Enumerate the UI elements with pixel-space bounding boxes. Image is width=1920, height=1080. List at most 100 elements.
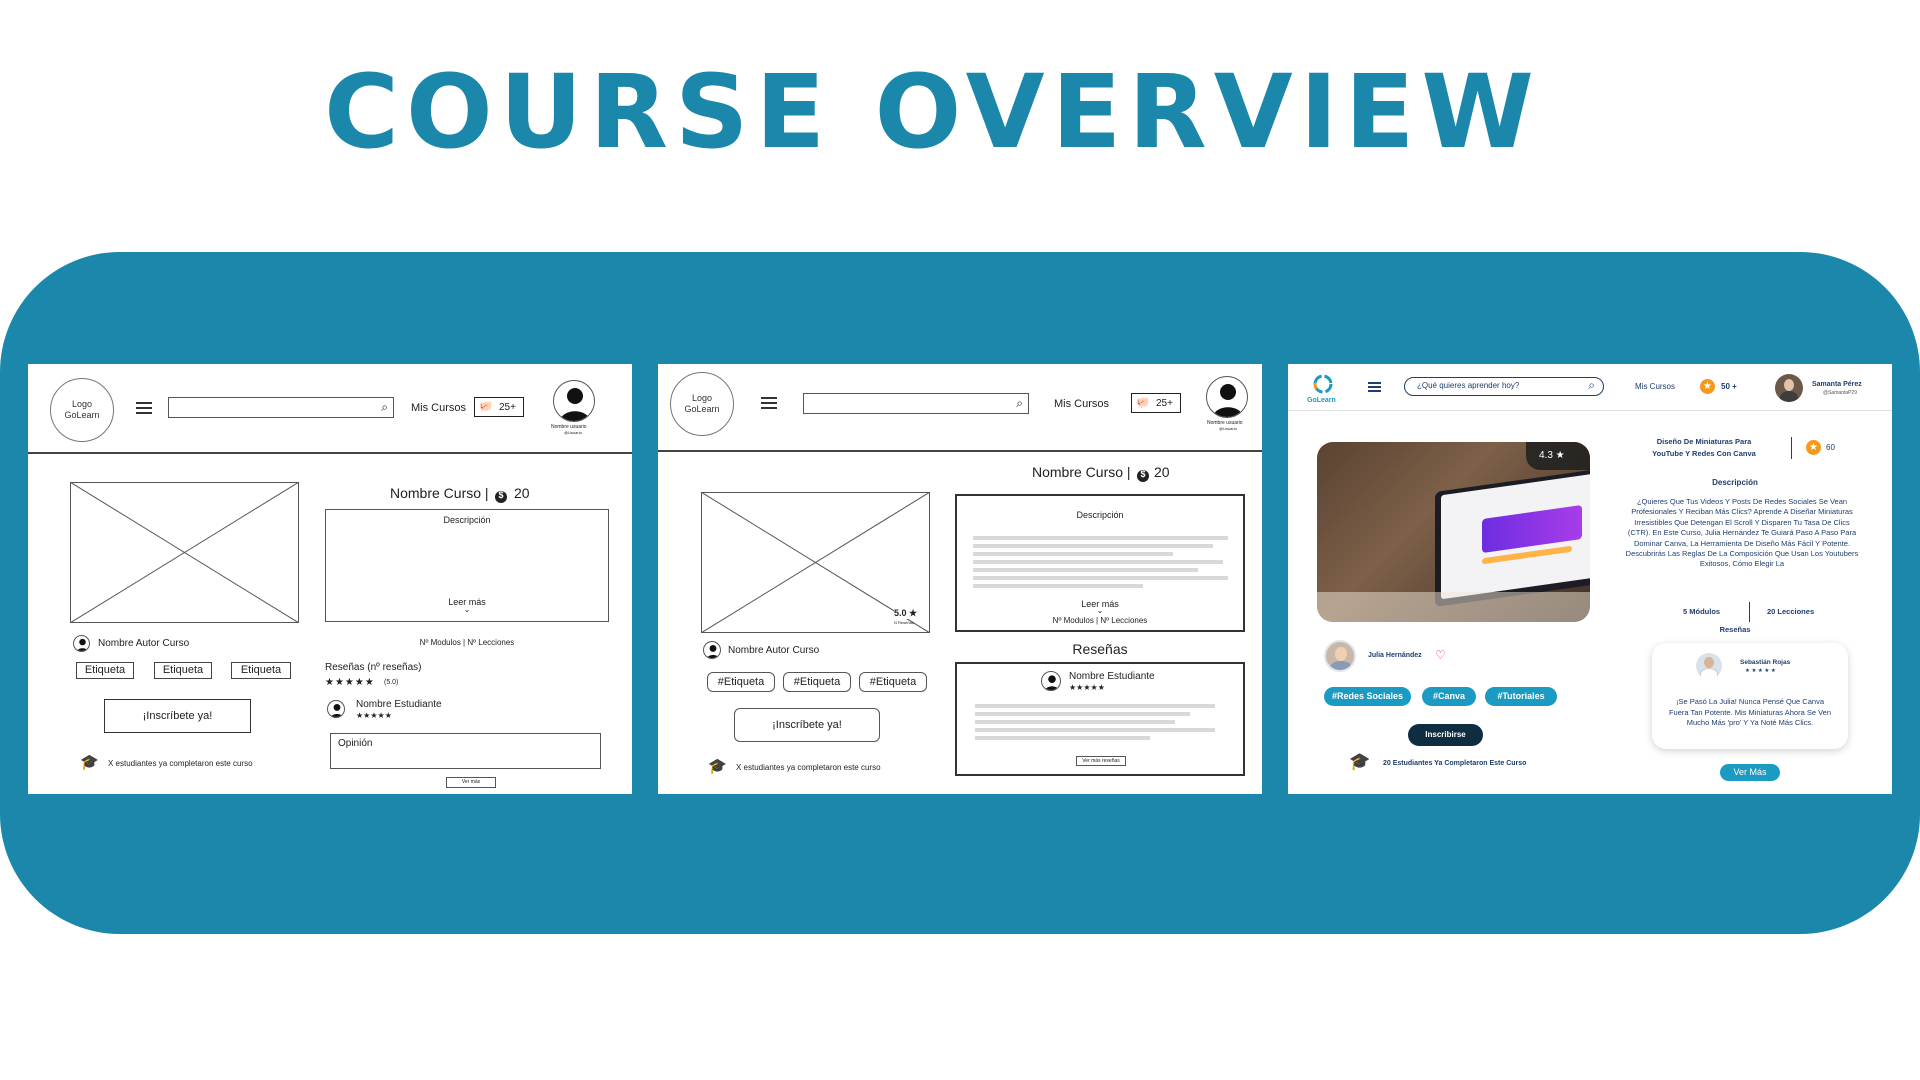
golearn-logo-icon[interactable] xyxy=(1312,373,1334,395)
heart-icon[interactable]: ♡ xyxy=(1435,648,1446,662)
course-price: 20 xyxy=(514,485,530,501)
author-name[interactable]: Nombre Autor Curso xyxy=(98,638,189,649)
menu-icon[interactable] xyxy=(1368,382,1381,392)
author-name[interactable]: Nombre Autor Curso xyxy=(728,645,819,656)
image-rating: 4.3 ★ xyxy=(1539,450,1565,461)
author-avatar xyxy=(703,641,721,659)
coin-icon xyxy=(1137,469,1149,482)
student-name: Nombre Estudiante xyxy=(356,699,442,710)
description-label: Descripción xyxy=(1076,510,1124,520)
description-text: ¿Quieres Que Tus Videos Y Posts De Redes… xyxy=(1625,497,1859,569)
completed-text: X estudiantes ya completaron este curso xyxy=(108,759,253,768)
user-silhouette-icon xyxy=(560,388,590,421)
user-avatar[interactable] xyxy=(1775,374,1803,402)
completed-text: X estudiantes ya completaron este curso xyxy=(736,763,881,772)
search-icon[interactable]: ⌕ xyxy=(381,400,388,415)
title-divider xyxy=(1791,437,1792,459)
piggy-bank-icon: 🐖 xyxy=(1136,397,1150,409)
search-icon[interactable]: ⌕ xyxy=(1016,396,1023,411)
reviewer-stars: ★ ★ ★ ★ ★ xyxy=(1745,668,1776,674)
logo[interactable]: Logo GoLearn xyxy=(50,378,114,442)
tag-1[interactable]: #Etiqueta xyxy=(707,672,775,692)
tag-2[interactable]: #Etiqueta xyxy=(783,672,851,692)
course-title-line-1: Diseño De Miniaturas Para xyxy=(1656,437,1752,446)
text-line xyxy=(975,712,1190,716)
tag-3[interactable]: #Etiqueta xyxy=(859,672,927,692)
reviews-heading: Reseñas (nº reseñas) xyxy=(325,662,422,673)
coin-icon xyxy=(495,490,507,503)
description-label: Descripción xyxy=(1712,478,1758,487)
student-stars: ★★★★★ xyxy=(1069,683,1105,692)
enroll-button[interactable]: ¡Inscríbete ya! xyxy=(734,708,880,742)
see-reviews-button[interactable]: Ver más reseñas xyxy=(1076,756,1126,766)
course-name: Nombre Curso | xyxy=(1032,464,1131,480)
chevron-down-icon[interactable]: ⌄ xyxy=(957,606,1243,615)
tag-canva[interactable]: #Canva xyxy=(1422,687,1476,706)
star-coin-icon: ★ xyxy=(1700,379,1715,394)
user-avatar[interactable] xyxy=(1206,376,1248,418)
author-name[interactable]: Julia Hernández xyxy=(1368,652,1422,659)
tag-2[interactable]: Etiqueta xyxy=(154,662,212,679)
piggy-bank-icon: 🐖 xyxy=(479,401,493,413)
author-avatar xyxy=(73,635,90,652)
author-avatar xyxy=(1324,640,1356,672)
search-input[interactable]: ⌕ xyxy=(803,393,1029,414)
high-fidelity-design: GoLearn ¿Qué quieres aprender hoy? ⌕ Mis… xyxy=(1288,364,1892,794)
image-rating: 5.0 ★ xyxy=(894,608,918,619)
wireframe-low-fidelity: Logo GoLearn ⌕ Mis Cursos 🐖 25+ Nombre u… xyxy=(28,364,632,794)
chevron-down-icon[interactable]: ⌄ xyxy=(326,605,608,614)
course-price: 60 xyxy=(1826,443,1835,452)
menu-icon[interactable] xyxy=(136,402,152,414)
user-handle: @Usuario xyxy=(564,430,582,435)
user-avatar[interactable] xyxy=(553,380,595,422)
text-line xyxy=(973,568,1198,572)
course-image xyxy=(1317,442,1590,622)
text-line xyxy=(975,720,1175,724)
see-more-button[interactable]: Ver Más xyxy=(1720,764,1780,781)
search-input[interactable]: ⌕ xyxy=(168,397,394,418)
logo[interactable]: Logo GoLearn xyxy=(670,372,734,436)
graduation-cap-icon: 🎓 xyxy=(708,758,727,775)
search-icon[interactable]: ⌕ xyxy=(1588,378,1595,393)
tag-redes-sociales[interactable]: #Redes Sociales xyxy=(1324,687,1411,706)
review-text: ¡Se Pasó La Julia! Nunca Pensé Que Canva… xyxy=(1668,697,1832,727)
user-name: Samanta Pérez xyxy=(1812,381,1862,388)
text-line xyxy=(975,736,1150,740)
student-name: Nombre Estudiante xyxy=(1069,671,1155,682)
student-avatar xyxy=(1041,671,1061,691)
review-card: Sebastián Rojas ★ ★ ★ ★ ★ ¡Se Pasó La Ju… xyxy=(1652,643,1848,749)
logo-text: GoLearn xyxy=(1307,397,1336,404)
credits-count: 50 + xyxy=(1721,382,1737,391)
reviews-heading: Reseñas xyxy=(1072,641,1128,657)
lessons-count: 20 Lecciones xyxy=(1767,607,1815,616)
student-stars: ★★★★★ xyxy=(356,711,392,720)
image-rating-caption: N Reseñas xyxy=(894,620,914,625)
graduation-cap-icon: 🎓 xyxy=(80,754,99,771)
enroll-button[interactable]: Inscribirse xyxy=(1408,724,1483,746)
review-card: Nombre Estudiante ★★★★★ Ver más reseñas xyxy=(955,662,1245,776)
see-more-button[interactable]: Ver más xyxy=(446,777,496,788)
text-line xyxy=(973,552,1173,556)
page-title: COURSE OVERVIEW xyxy=(324,53,1541,172)
text-line xyxy=(973,584,1143,588)
text-line xyxy=(973,576,1228,580)
tag-3[interactable]: Etiqueta xyxy=(231,662,291,679)
search-input[interactable]: ¿Qué quieres aprender hoy? ⌕ xyxy=(1404,377,1604,396)
mis-cursos-link[interactable]: Mis Cursos xyxy=(411,402,466,414)
menu-icon[interactable] xyxy=(761,397,777,409)
description-box: Descripción Leer más ⌄ xyxy=(325,509,609,622)
user-handle: @Usuario xyxy=(1219,426,1237,431)
course-name: Nombre Curso | xyxy=(390,485,489,501)
mis-cursos-link[interactable]: Mis Cursos xyxy=(1635,382,1675,391)
course-title-line-2: YouTube Y Redes Con Canva xyxy=(1652,449,1756,458)
modules-lessons: Nº Modulos | Nº Lecciones xyxy=(1052,616,1148,625)
tag-tutoriales[interactable]: #Tutoriales xyxy=(1485,687,1557,706)
header-divider xyxy=(1288,410,1892,411)
enroll-button[interactable]: ¡Inscríbete ya! xyxy=(104,699,251,733)
credits-badge: 🐖 25+ xyxy=(474,397,524,417)
user-handle: @SamantaP29 xyxy=(1823,390,1857,396)
mis-cursos-link[interactable]: Mis Cursos xyxy=(1054,398,1109,410)
course-image-placeholder xyxy=(70,482,299,623)
tag-1[interactable]: Etiqueta xyxy=(76,662,134,679)
student-avatar xyxy=(327,700,345,718)
